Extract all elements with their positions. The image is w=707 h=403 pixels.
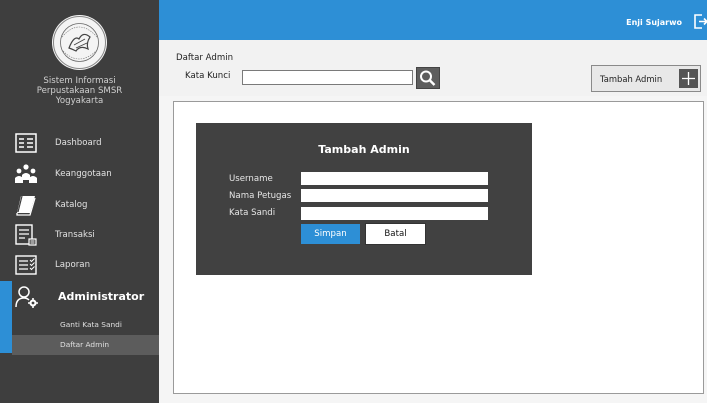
current-user-name[interactable]: Enji Sujarwo	[626, 18, 682, 27]
members-icon	[15, 163, 37, 185]
school-logo	[52, 15, 107, 70]
app-title-line: Perpustakaan SMSR	[36, 86, 123, 96]
add-admin-button[interactable]: Tambah Admin	[591, 65, 701, 92]
filter-panel: Daftar Admin Kata Kunci Tambah Admin	[159, 40, 707, 96]
sidebar-item-label: Keanggotaan	[55, 169, 112, 179]
sidebar-item-label: Dashboard	[55, 138, 102, 148]
sidebar-item-administrator[interactable]: Administrator	[0, 281, 159, 353]
sidebar-item-katalog[interactable]: Katalog	[0, 191, 159, 219]
add-admin-button-label: Tambah Admin	[600, 74, 663, 84]
sidebar-item-keanggotaan[interactable]: Keanggotaan	[0, 160, 159, 188]
sidebar: Sistem Informasi Perpustakaan SMSR Yogya…	[0, 0, 159, 403]
keyword-label: Kata Kunci	[185, 71, 231, 81]
app-title: Sistem Informasi Perpustakaan SMSR Yogya…	[0, 76, 159, 106]
user-gear-icon	[15, 285, 39, 309]
sidebar-item-dashboard[interactable]: Dashboard	[0, 129, 159, 157]
app-title-line: Sistem Informasi	[43, 76, 116, 86]
sidebar-item-laporan[interactable]: Laporan	[0, 251, 159, 279]
dashboard-icon	[15, 132, 37, 154]
sidebar-item-label: Administrator	[58, 290, 145, 303]
sidebar-subitem-label: Ganti Kata Sandi	[60, 320, 122, 329]
plus-icon	[679, 69, 698, 88]
sidebar-subitem-label: Daftar Admin	[60, 340, 110, 349]
password-label: Kata Sandi	[229, 208, 276, 218]
cancel-button[interactable]: Batal	[365, 223, 426, 245]
app-title-line: Yogyakarta	[55, 96, 104, 106]
report-icon	[15, 254, 37, 276]
username-label: Username	[229, 174, 273, 184]
username-field[interactable]	[301, 172, 488, 185]
sidebar-subitem-daftar-admin[interactable]: Daftar Admin	[12, 335, 159, 355]
transaction-icon	[15, 224, 37, 246]
sidebar-subitem-ganti-kata-sandi[interactable]: Ganti Kata Sandi	[12, 315, 159, 335]
keyword-search-input[interactable]	[242, 70, 413, 85]
dialog-title: Tambah Admin	[318, 143, 410, 156]
book-icon	[15, 194, 37, 216]
logo-seal-icon	[53, 16, 106, 69]
sidebar-item-label: Transaksi	[55, 230, 95, 240]
password-field[interactable]	[301, 207, 488, 220]
sidebar-item-label: Katalog	[55, 200, 88, 210]
staff-name-label: Nama Petugas	[229, 191, 292, 201]
search-button[interactable]	[416, 67, 440, 89]
search-icon	[420, 70, 436, 86]
top-bar: Enji Sujarwo	[159, 0, 707, 40]
logout-icon[interactable]	[694, 14, 707, 29]
page-title: Daftar Admin	[176, 53, 234, 63]
sidebar-item-label: Laporan	[55, 260, 91, 270]
add-admin-dialog: Tambah Admin Username Nama Petugas Kata …	[196, 123, 532, 275]
active-section-indicator	[0, 281, 12, 353]
sidebar-item-transaksi[interactable]: Transaksi	[0, 221, 159, 249]
save-button[interactable]: Simpan	[301, 224, 360, 244]
staff-name-field[interactable]	[301, 189, 488, 202]
